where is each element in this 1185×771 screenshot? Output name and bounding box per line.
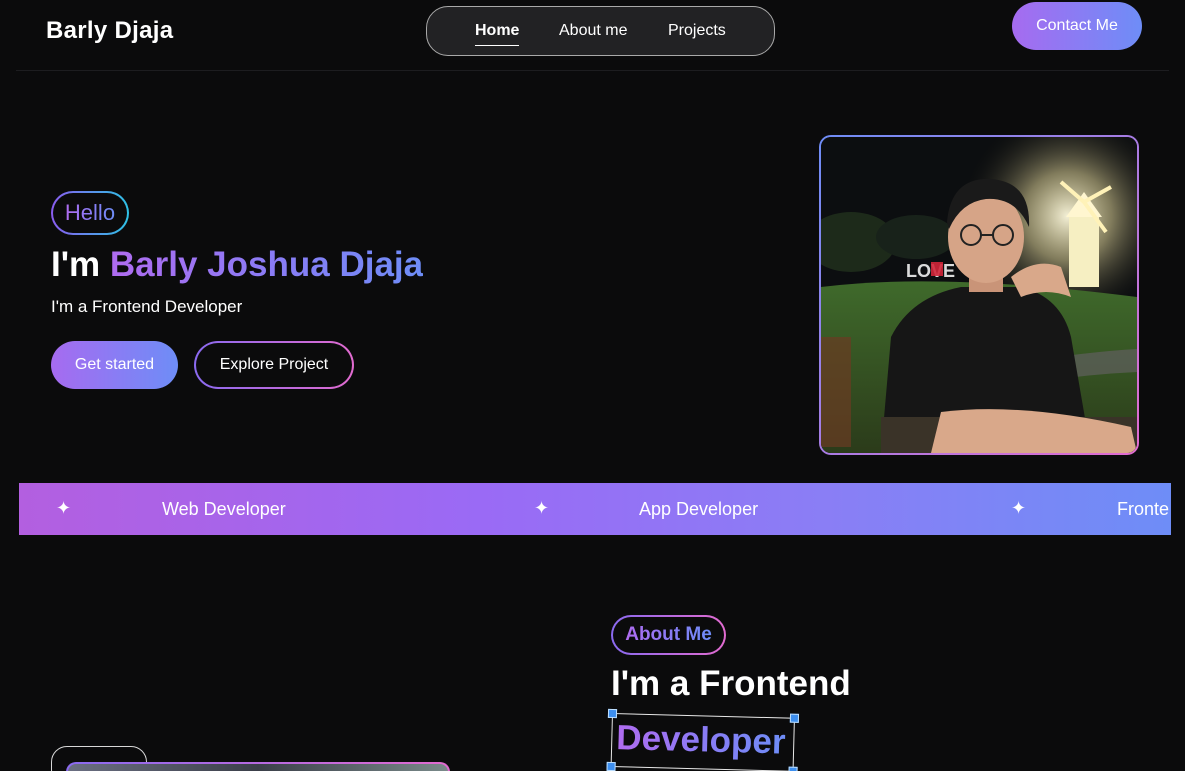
main-nav: Home About me Projects (426, 6, 775, 56)
nav-home[interactable]: Home (475, 22, 520, 46)
hero-title-prefix: I'm (51, 245, 110, 284)
marquee-item: App Developer (639, 499, 759, 519)
sparkle-icon: ✦ (56, 498, 72, 518)
site-header: Barly Djaja Home About me Projects Conta… (0, 0, 1185, 71)
hello-badge: Hello (51, 191, 129, 235)
nav-projects[interactable]: Projects (668, 22, 726, 40)
site-logo[interactable]: Barly Djaja (46, 17, 173, 45)
resize-handle (607, 708, 618, 719)
hello-text: Hello (64, 200, 116, 225)
profile-photo-frame: LOVE (819, 135, 1139, 455)
about-me-badge: About Me (611, 615, 726, 655)
resize-handle (606, 761, 616, 771)
profile-photo: LOVE (821, 137, 1137, 453)
about-me-badge-text: About Me (625, 624, 712, 645)
marquee-item: Fronte (1117, 499, 1170, 519)
skills-marquee: ✦ Web Developer ✦ App Developer ✦ Fronte (19, 483, 1171, 535)
nav-about-me[interactable]: About me (559, 22, 627, 40)
get-started-button[interactable]: Get started (51, 341, 178, 389)
hero-subtitle: I'm a Frontend Developer (51, 297, 243, 316)
about-title: I'm a Frontend (611, 664, 851, 703)
about-image (66, 762, 450, 771)
hero-title: I'm Barly Joshua Djaja (51, 245, 423, 285)
about-title-highlight: Developer (615, 718, 787, 762)
contact-me-button[interactable]: Contact Me (1012, 2, 1142, 50)
sparkle-icon: ✦ (1011, 498, 1027, 518)
hero-title-name: Barly Joshua Djaja (109, 245, 424, 284)
sparkle-icon: ✦ (534, 498, 550, 518)
profile-photo-illustration: LOVE (821, 137, 1137, 453)
resize-handle (788, 766, 798, 771)
header-divider (16, 70, 1169, 71)
marquee-item: Web Developer (162, 499, 286, 519)
explore-project-button[interactable]: Explore Project (194, 341, 354, 389)
resize-handle (789, 713, 800, 723)
developer-selection-box: Developer (606, 708, 800, 771)
svg-text:LOVE: LOVE (906, 261, 955, 281)
